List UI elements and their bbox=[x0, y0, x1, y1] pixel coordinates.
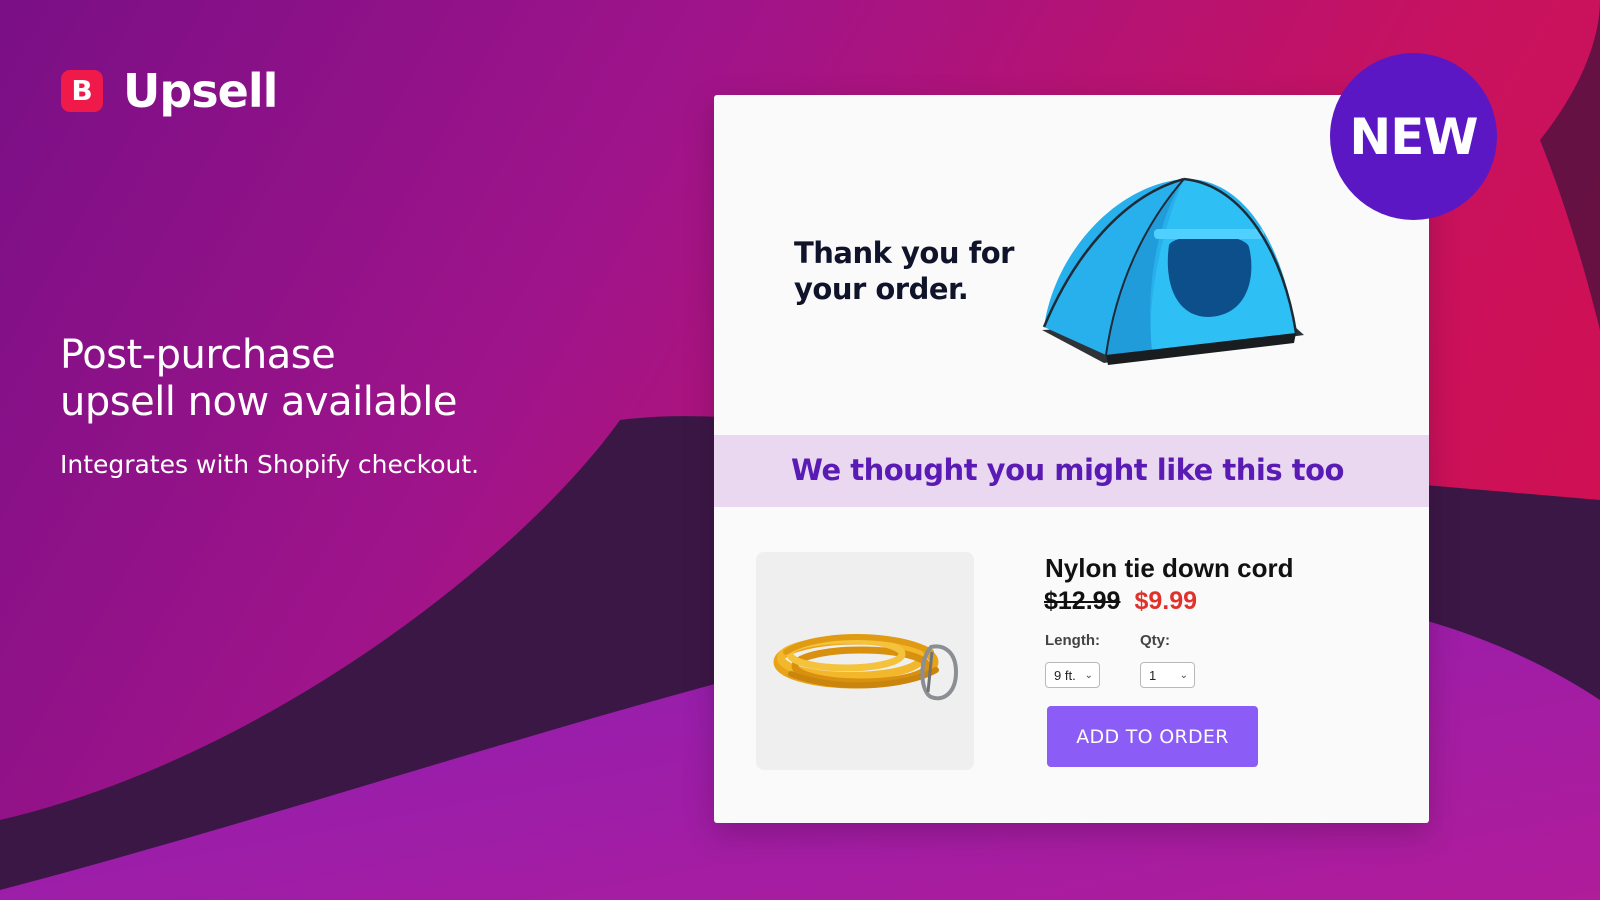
hero-subtitle: Integrates with Shopify checkout. bbox=[60, 450, 480, 479]
promo-canvas: B Upsell Post-purchase upsell now availa… bbox=[0, 0, 1600, 900]
brand-header: B Upsell bbox=[61, 64, 278, 118]
chevron-down-icon: ⌄ bbox=[1179, 669, 1188, 681]
length-select[interactable]: 9 ft. ⌄ bbox=[1045, 662, 1100, 688]
add-to-order-button[interactable]: ADD TO ORDER bbox=[1047, 706, 1258, 767]
length-select-value: 9 ft. bbox=[1054, 667, 1076, 683]
qty-select-value: 1 bbox=[1149, 667, 1157, 683]
brand-name: Upsell bbox=[123, 64, 278, 118]
sale-price: $9.99 bbox=[1134, 587, 1198, 615]
qty-select[interactable]: 1 ⌄ bbox=[1140, 662, 1195, 688]
price-row: $12.99 $9.99 bbox=[1044, 587, 1197, 616]
new-badge-label: NEW bbox=[1349, 107, 1478, 166]
length-label: Length: bbox=[1045, 632, 1100, 649]
hero-section: Post-purchase upsell now available Integ… bbox=[60, 332, 479, 479]
upsell-banner-text: We thought you might like this too bbox=[791, 453, 1344, 487]
qty-label: Qty: bbox=[1140, 632, 1170, 649]
logo-letter: B bbox=[71, 74, 93, 107]
tent-image bbox=[1042, 177, 1304, 365]
new-badge: NEW bbox=[1330, 53, 1497, 220]
hero-title-line2: upsell now available bbox=[60, 379, 457, 425]
rope-graphic bbox=[773, 634, 959, 701]
thank-you-line1: Thank you for bbox=[794, 236, 1014, 270]
upsell-logo-icon: B bbox=[61, 70, 103, 112]
rope-image bbox=[756, 552, 974, 770]
post-purchase-card: Thank you for your order. We thought you… bbox=[714, 95, 1429, 823]
upsell-banner: We thought you might like this too bbox=[714, 435, 1429, 507]
product-name: Nylon tie down cord bbox=[1045, 553, 1294, 583]
hero-title: Post-purchase upsell now available bbox=[60, 332, 479, 426]
original-price: $12.99 bbox=[1044, 587, 1121, 615]
thank-you-message: Thank you for your order. bbox=[794, 235, 1034, 307]
chevron-down-icon: ⌄ bbox=[1084, 669, 1093, 681]
thank-you-line2: your order. bbox=[794, 272, 969, 306]
hero-title-line1: Post-purchase bbox=[60, 332, 336, 378]
